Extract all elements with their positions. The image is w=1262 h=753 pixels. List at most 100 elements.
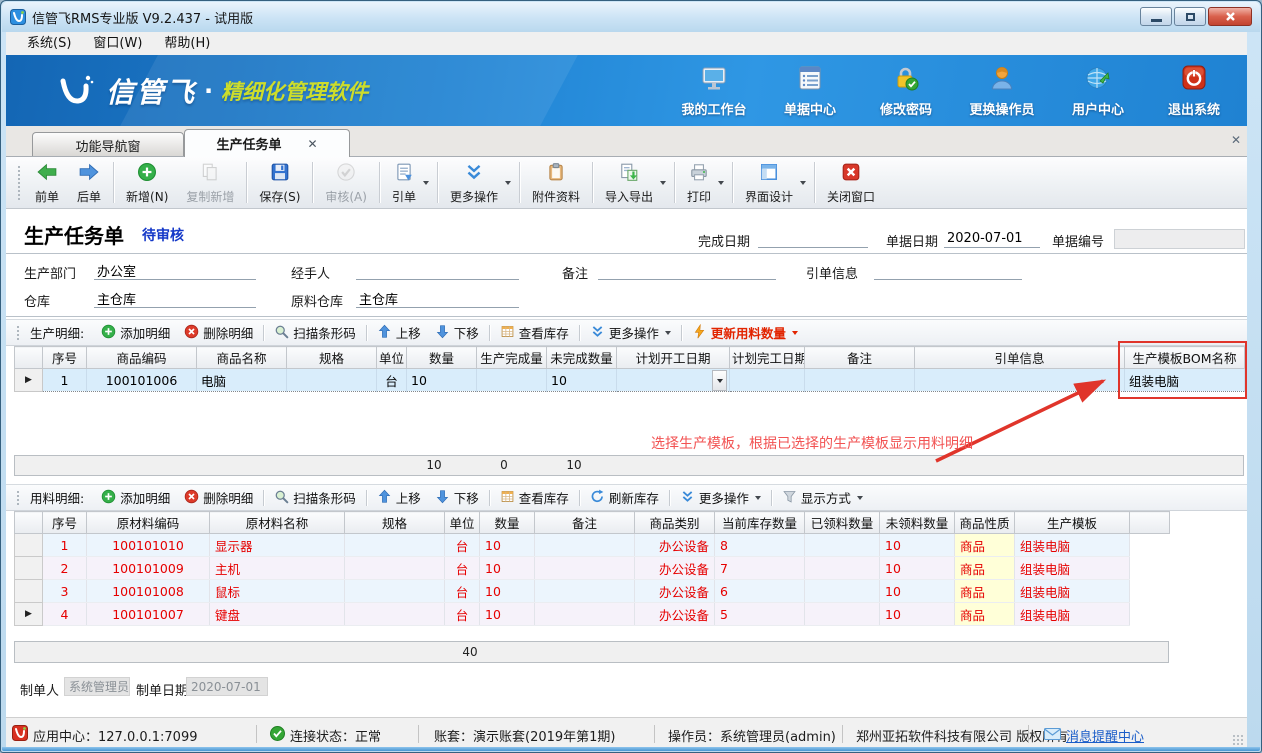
mat-column-header[interactable]: 原材料名称 xyxy=(210,512,345,534)
prod-column-header[interactable]: 规格 xyxy=(287,347,377,369)
mat-cell[interactable]: 6 xyxy=(715,580,805,603)
mat-column-header[interactable]: 当前库存数量 xyxy=(715,512,805,534)
dropdown-caret-icon[interactable] xyxy=(665,331,671,335)
more-actions-button[interactable]: 更多操作 xyxy=(673,486,768,509)
scan-barcode-button[interactable]: 扫描条形码 xyxy=(267,486,363,509)
mat-column-header[interactable]: 商品类别 xyxy=(635,512,715,534)
date-dropdown-button[interactable] xyxy=(712,370,727,391)
mat-cell[interactable] xyxy=(535,534,635,557)
mat-cell[interactable]: 台 xyxy=(445,534,480,557)
view-stock-button[interactable]: 查看库存 xyxy=(493,321,576,344)
mat-cell[interactable]: 商品 xyxy=(955,580,1015,603)
section-grip[interactable] xyxy=(16,490,20,505)
mat-cell[interactable] xyxy=(1130,603,1170,626)
mat-cell[interactable]: 商品 xyxy=(955,557,1015,580)
mat-cell[interactable]: 10 xyxy=(880,580,955,603)
mat-cell[interactable]: 7 xyxy=(715,557,805,580)
prod-cell[interactable] xyxy=(730,369,805,392)
more-actions-button[interactable]: 更多操作 xyxy=(441,159,507,207)
message-center-link[interactable]: 消息提醒中心 xyxy=(1066,726,1144,745)
mat-cell[interactable]: 2 xyxy=(43,557,87,580)
prod-cell[interactable]: 台 xyxy=(377,369,407,392)
dropdown-caret-icon[interactable] xyxy=(800,181,806,185)
mat-column-header[interactable]: 已领料数量 xyxy=(805,512,880,534)
mat-cell[interactable] xyxy=(805,580,880,603)
prod-column-header[interactable]: 商品编码 xyxy=(87,347,197,369)
prod-cell[interactable] xyxy=(287,369,377,392)
mat-cell[interactable]: 组装电脑 xyxy=(1015,534,1130,557)
mat-cell[interactable]: 100101007 xyxy=(87,603,210,626)
mat-cell[interactable] xyxy=(805,603,880,626)
mat-cell[interactable]: 台 xyxy=(445,580,480,603)
mat-column-header[interactable]: 未领料数量 xyxy=(880,512,955,534)
prev-doc-button[interactable]: 前单 xyxy=(26,159,68,207)
prod-cell[interactable]: 1 xyxy=(43,369,87,392)
mat-column-header[interactable]: 序号 xyxy=(43,512,87,534)
mat-cell[interactable] xyxy=(15,580,43,603)
close-button[interactable] xyxy=(1208,7,1252,26)
copy-new-button[interactable]: 复制新增 xyxy=(177,159,243,207)
bill-no-input[interactable] xyxy=(1114,229,1245,249)
save-button[interactable]: 保存(S) xyxy=(250,159,309,207)
table-row[interactable]: 3100101008鼠标台10办公设备610商品组装电脑 xyxy=(15,580,1170,603)
prod-column-header[interactable]: 生产完成量 xyxy=(477,347,547,369)
workbench-button[interactable]: 我的工作台 xyxy=(679,64,749,118)
prod-cell[interactable]: 10 xyxy=(407,369,477,392)
prod-cell[interactable]: 100101006 xyxy=(87,369,197,392)
exit-system-button[interactable]: 退出系统 xyxy=(1159,64,1229,118)
import-export-button[interactable]: 导入导出 xyxy=(596,159,662,207)
mat-cell[interactable] xyxy=(1130,580,1170,603)
toolbar-grip[interactable] xyxy=(17,165,21,200)
user-center-button[interactable]: 用户中心 xyxy=(1063,64,1133,118)
add-row-button[interactable]: 添加明细 xyxy=(94,486,177,509)
delete-row-button[interactable]: 删除明细 xyxy=(177,486,260,509)
mat-cell[interactable]: 100101008 xyxy=(87,580,210,603)
mat-cell[interactable]: 办公设备 xyxy=(635,557,715,580)
tabstrip-close-icon[interactable]: ✕ xyxy=(1231,133,1241,147)
add-new-button[interactable]: 新增(N) xyxy=(117,159,177,207)
mat-column-header[interactable]: 数量 xyxy=(480,512,535,534)
title-bar[interactable]: 信管飞RMS专业版 V9.2.437 - 试用版 xyxy=(2,2,1260,32)
mat-cell[interactable]: 10 xyxy=(480,534,535,557)
close-window-button[interactable]: 关闭窗口 xyxy=(818,159,884,207)
mat-cell[interactable] xyxy=(535,557,635,580)
delete-row-button[interactable]: 删除明细 xyxy=(177,321,260,344)
prod-column-header[interactable] xyxy=(15,347,43,369)
mat-cell[interactable]: 10 xyxy=(880,534,955,557)
handler-input[interactable] xyxy=(356,261,519,280)
mat-column-header[interactable]: 单位 xyxy=(445,512,480,534)
attachments-button[interactable]: 附件资料 xyxy=(523,159,589,207)
move-down-button[interactable]: 下移 xyxy=(428,486,486,509)
dropdown-caret-icon[interactable] xyxy=(755,496,761,500)
move-up-button[interactable]: 上移 xyxy=(370,321,428,344)
prod-column-header[interactable]: 引单信息 xyxy=(915,347,1125,369)
mat-cell[interactable]: 键盘 xyxy=(210,603,345,626)
mat-cell[interactable]: 商品 xyxy=(955,603,1015,626)
mat-cell[interactable] xyxy=(535,580,635,603)
dropdown-caret-icon[interactable] xyxy=(792,331,798,335)
next-doc-button[interactable]: 后单 xyxy=(68,159,110,207)
table-row[interactable]: ▶1100101006电脑台1010组装电脑 xyxy=(15,369,1245,392)
add-row-button[interactable]: 添加明细 xyxy=(94,321,177,344)
table-row[interactable]: 1100101010显示器台10办公设备810商品组装电脑 xyxy=(15,534,1170,557)
table-row[interactable]: ▶4100101007键盘台10办公设备510商品组装电脑 xyxy=(15,603,1170,626)
table-row[interactable]: 2100101009主机台10办公设备710商品组装电脑 xyxy=(15,557,1170,580)
mat-cell[interactable]: 组装电脑 xyxy=(1015,603,1130,626)
mat-cell[interactable] xyxy=(15,557,43,580)
prod-column-header[interactable]: 序号 xyxy=(43,347,87,369)
minimize-button[interactable] xyxy=(1140,7,1172,26)
prod-column-header[interactable]: 数量 xyxy=(407,347,477,369)
refresh-stock-button[interactable]: 刷新库存 xyxy=(583,486,666,509)
mat-cell[interactable]: 10 xyxy=(480,557,535,580)
print-button[interactable]: 打印 xyxy=(678,159,720,207)
change-password-button[interactable]: 修改密码 xyxy=(871,64,941,118)
warehouse-input[interactable] xyxy=(94,289,256,308)
resize-grip[interactable] xyxy=(1232,734,1243,745)
finish-date-input[interactable] xyxy=(758,229,868,248)
mat-cell[interactable]: 10 xyxy=(480,580,535,603)
view-stock-button[interactable]: 查看库存 xyxy=(493,486,576,509)
menu-window[interactable]: 窗口(W) xyxy=(82,32,153,55)
mat-cell[interactable]: 办公设备 xyxy=(635,534,715,557)
move-down-button[interactable]: 下移 xyxy=(428,321,486,344)
mat-cell[interactable]: 100101009 xyxy=(87,557,210,580)
